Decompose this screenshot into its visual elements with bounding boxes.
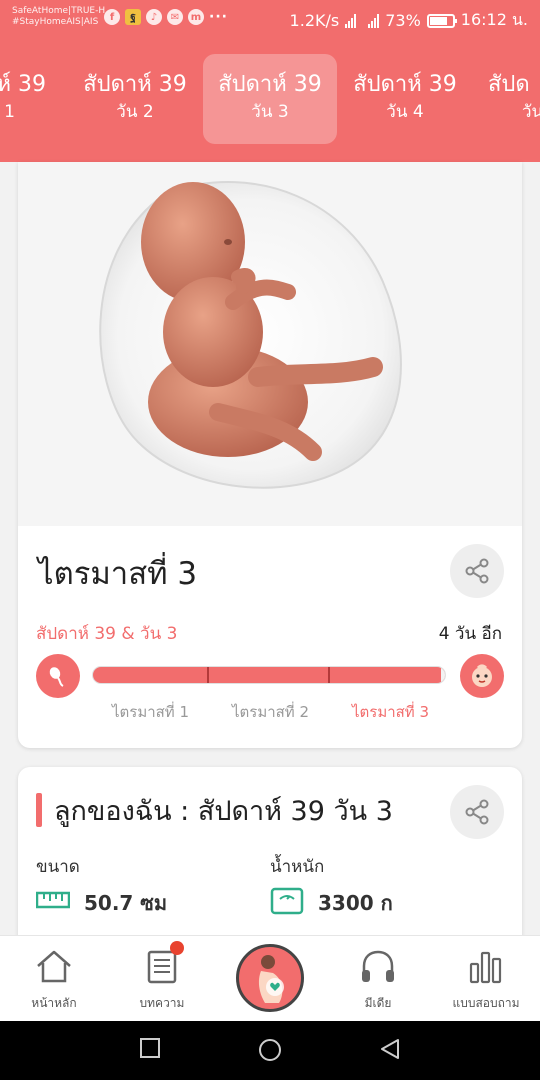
pregnancy-progress-bar — [92, 666, 446, 684]
home-icon — [37, 950, 71, 983]
more-notifications-icon: ··· — [209, 9, 228, 25]
pregnancy-tracker-button[interactable] — [236, 944, 304, 1012]
status-bar: SafeAtHome|TRUE-H #StayHomeAIS|AIS f ฐ ♪… — [0, 0, 540, 38]
trimester-divider — [207, 667, 209, 683]
tab-week-label: สัปดาห์ 39 — [353, 72, 457, 97]
weight-label: น้ำหนัก — [270, 857, 325, 877]
tab-week39-day3[interactable]: สัปดาห์ 39 วัน 3 — [203, 54, 337, 144]
share-button[interactable] — [450, 544, 504, 598]
bottom-navigation: หน้าหลัก บทความ มีเดีย แบบสอบถาม — [0, 935, 540, 1021]
title-accent-bar — [36, 793, 42, 827]
network-speed: 1.2K/s — [289, 11, 340, 30]
app-notification-icon: ฐ — [125, 9, 141, 25]
clock: 16:12 น. — [460, 10, 528, 29]
battery-icon — [426, 13, 457, 28]
app-header: SafeAtHome|TRUE-H #StayHomeAIS|AIS f ฐ ♪… — [0, 0, 540, 162]
nav-home-label: หน้าหลัก — [31, 996, 77, 1010]
weight-value: 3300 ก — [318, 891, 393, 915]
carrier-line-2: #StayHomeAIS|AIS — [12, 17, 99, 27]
nav-articles[interactable]: บทความ — [108, 936, 216, 1022]
sperm-icon — [36, 654, 80, 698]
tab-week39-day2[interactable]: สัปดาห์ 39 วัน 2 — [68, 54, 202, 144]
notification-badge — [170, 941, 184, 955]
recent-apps-icon[interactable] — [139, 1037, 161, 1059]
week-day-tabs: ัปดาห์ 39 น 1 สัปดาห์ 39 วัน 2 สัปดาห์ 3… — [0, 54, 540, 144]
mail-icon: ✉ — [167, 9, 183, 25]
size-value: 50.7 ซม — [84, 891, 168, 915]
signal-icon — [345, 13, 357, 28]
progress-remaining — [441, 667, 445, 683]
tab-week-label: ัปดาห์ 39 — [0, 72, 47, 97]
tab-week39-day5[interactable]: สัปด วัน — [470, 54, 540, 144]
current-week-day: สัปดาห์ 39 & วัน 3 — [36, 624, 178, 644]
carrier-info: SafeAtHome|TRUE-H #StayHomeAIS|AIS — [12, 6, 105, 28]
trimester-1-label: ไตรมาสที่ 1 — [112, 703, 190, 721]
messenger-icon: m — [188, 9, 204, 25]
battery-percent: 73% — [385, 11, 421, 30]
tab-day-label: น 1 — [0, 102, 15, 122]
trimester-2-label: ไตรมาสที่ 2 — [232, 703, 310, 721]
tab-week-label: สัปด — [488, 72, 530, 97]
trimester-title: ไตรมาสที่ 3 — [38, 556, 198, 592]
notification-icons: f ฐ ♪ ✉ m ··· — [104, 9, 228, 25]
fetus-illustration — [18, 162, 522, 526]
tab-day-label: วัน 4 — [386, 102, 424, 122]
trimester-divider — [328, 667, 330, 683]
nav-media[interactable]: มีเดีย — [324, 936, 432, 1022]
nav-media-label: มีเดีย — [364, 996, 392, 1010]
baby-info-card: ลูกของฉัน : สัปดาห์ 39 วัน 3 ขนาด 50.7 ซ… — [18, 767, 522, 947]
share-icon — [465, 558, 489, 584]
back-icon[interactable] — [378, 1037, 402, 1061]
status-right: 1.2K/s 73% 16:12 น. — [290, 8, 528, 33]
tiktok-icon: ♪ — [146, 9, 162, 25]
ruler-icon — [36, 891, 70, 909]
signal-2-icon — [368, 13, 380, 28]
trimester-card: ไตรมาสที่ 3 สัปดาห์ 39 & วัน 3 4 วัน อีก — [18, 162, 522, 748]
baby-card-title: ลูกของฉัน : สัปดาห์ 39 วัน 3 — [54, 796, 393, 827]
nav-articles-label: บทความ — [139, 996, 185, 1010]
headphones-icon — [362, 950, 394, 982]
nav-survey-label: แบบสอบถาม — [452, 996, 520, 1010]
size-label: ขนาด — [36, 857, 80, 877]
share-icon — [465, 799, 489, 825]
tab-week-label: สัปดาห์ 39 — [218, 72, 322, 97]
facebook-icon: f — [104, 9, 120, 25]
bar-chart-icon — [469, 951, 502, 984]
tab-week-label: สัปดาห์ 39 — [83, 72, 187, 97]
home-circle-icon[interactable] — [257, 1037, 283, 1063]
trimester-3-label: ไตรมาสที่ 3 — [352, 703, 430, 721]
tab-week39-day4[interactable]: สัปดาห์ 39 วัน 4 — [338, 54, 472, 144]
system-navigation-bar — [0, 1021, 540, 1080]
tab-day-label: วัน — [522, 102, 540, 122]
nav-survey[interactable]: แบบสอบถาม — [432, 936, 540, 1022]
share-button[interactable] — [450, 785, 504, 839]
days-remaining: 4 วัน อีก — [438, 624, 502, 644]
baby-face-icon — [460, 654, 504, 698]
tab-day-label: วัน 2 — [116, 102, 154, 122]
nav-home[interactable]: หน้าหลัก — [0, 936, 108, 1022]
tab-day-label: วัน 3 — [251, 102, 289, 122]
pregnant-woman-icon — [258, 955, 284, 1003]
carrier-line-1: SafeAtHome|TRUE-H — [12, 6, 106, 16]
tab-week39-day1[interactable]: ัปดาห์ 39 น 1 — [0, 54, 68, 144]
scale-icon — [270, 887, 304, 915]
